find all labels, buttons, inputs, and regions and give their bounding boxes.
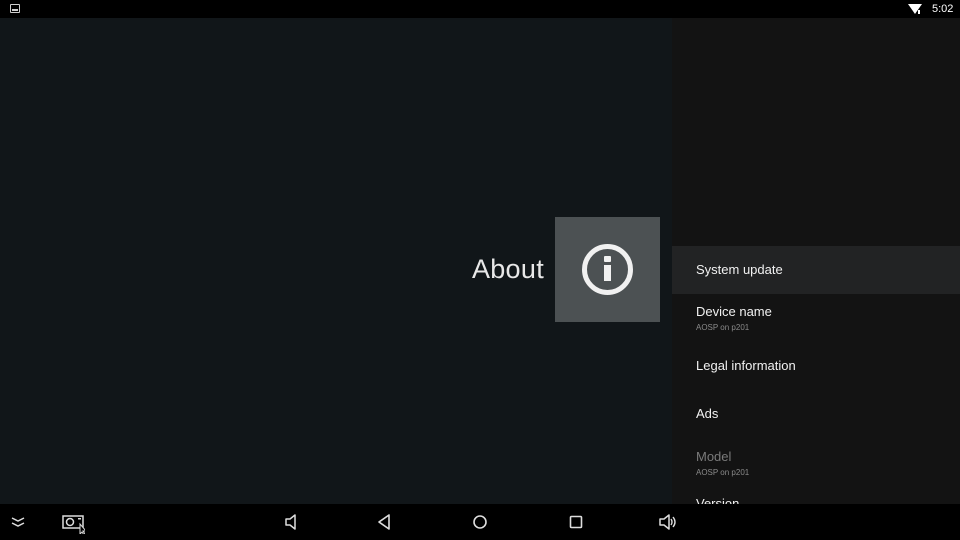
wifi-icon bbox=[908, 4, 922, 14]
menu-item-model: Model AOSP on p201 bbox=[672, 449, 960, 497]
settings-list: System update Device name AOSP on p201 L… bbox=[672, 18, 960, 511]
navigation-bar bbox=[0, 504, 960, 540]
section-icon-tile bbox=[555, 217, 660, 322]
menu-item-title: Device name bbox=[696, 304, 772, 319]
menu-item-system-update[interactable]: System update bbox=[672, 246, 960, 294]
home-button[interactable] bbox=[460, 504, 500, 540]
screenshot-button[interactable] bbox=[50, 504, 90, 540]
menu-item-title: Model bbox=[696, 449, 732, 464]
menu-item-title: System update bbox=[696, 262, 783, 277]
volume-up-button[interactable] bbox=[648, 504, 688, 540]
section-header-pane: About bbox=[0, 18, 672, 504]
screenshot-icon bbox=[62, 515, 85, 534]
volume-down-button[interactable] bbox=[272, 504, 312, 540]
menu-item-ads[interactable]: Ads bbox=[672, 406, 960, 446]
menu-item-legal-information[interactable]: Legal information bbox=[672, 358, 960, 398]
info-icon bbox=[582, 244, 633, 295]
recents-icon bbox=[569, 515, 583, 529]
volume-up-icon bbox=[659, 514, 676, 530]
menu-item-title: Legal information bbox=[696, 358, 796, 373]
menu-item-title: Ads bbox=[696, 406, 719, 421]
collapse-button[interactable] bbox=[0, 504, 38, 540]
volume-down-icon bbox=[285, 514, 296, 530]
section-title: About bbox=[471, 254, 544, 284]
menu-item-device-name[interactable]: Device name AOSP on p201 bbox=[672, 304, 960, 352]
home-icon bbox=[473, 515, 487, 529]
settings-screen: About System update Device name AOSP on … bbox=[0, 18, 960, 511]
menu-item-subtitle: AOSP on p201 bbox=[696, 468, 750, 477]
clock: 5:02 bbox=[932, 3, 954, 15]
back-button[interactable] bbox=[364, 504, 404, 540]
back-icon bbox=[378, 514, 390, 530]
recents-button[interactable] bbox=[556, 504, 596, 540]
collapse-icon bbox=[11, 517, 25, 527]
menu-item-subtitle: AOSP on p201 bbox=[696, 323, 750, 332]
status-bar: 5:02 bbox=[0, 0, 960, 18]
image-notification-icon bbox=[10, 4, 20, 13]
